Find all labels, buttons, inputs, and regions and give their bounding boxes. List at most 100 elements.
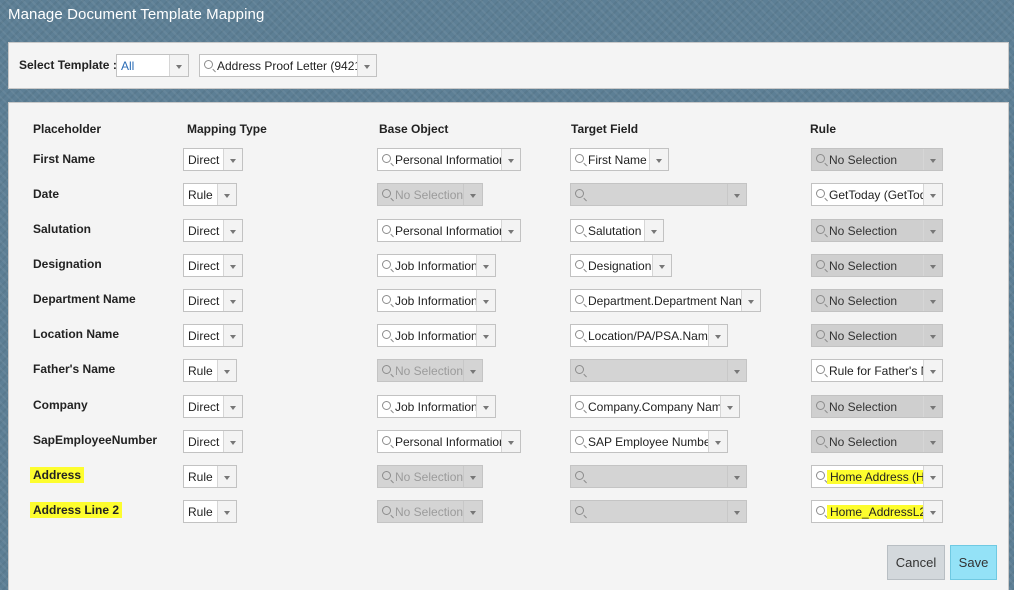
chevron-down-icon[interactable] <box>169 55 188 76</box>
target-field-dropdown[interactable]: Designation <box>570 254 672 277</box>
target-field-dropdown[interactable]: SAP Employee Number <box>570 430 728 453</box>
save-button[interactable]: Save <box>950 545 997 580</box>
chevron-down-icon[interactable] <box>476 290 495 311</box>
mapping-type-dropdown[interactable]: Rule <box>183 465 237 488</box>
chevron-down-icon[interactable] <box>708 431 727 452</box>
rule-value: GetToday (GetToda <box>829 188 934 202</box>
chevron-down-icon[interactable] <box>649 149 668 170</box>
rule-dropdown[interactable]: No Selection <box>811 148 943 171</box>
rule-dropdown[interactable]: No Selection <box>811 289 943 312</box>
chevron-down-icon[interactable] <box>923 396 942 417</box>
chevron-down-icon[interactable] <box>923 360 942 381</box>
search-icon <box>382 154 391 163</box>
chevron-down-icon[interactable] <box>357 55 376 76</box>
chevron-down-icon[interactable] <box>741 290 760 311</box>
chevron-down-icon[interactable] <box>923 325 942 346</box>
target-field-dropdown[interactable]: Company.Company Name <box>570 395 740 418</box>
mapping-type-dropdown[interactable]: Direct <box>183 395 243 418</box>
rule-dropdown[interactable]: No Selection <box>811 395 943 418</box>
mapping-type-dropdown[interactable]: Rule <box>183 183 237 206</box>
base-object-dropdown[interactable]: Job Information <box>377 324 496 347</box>
chevron-down-icon[interactable] <box>217 501 236 522</box>
placeholder-label: Date <box>33 187 60 201</box>
chevron-down-icon[interactable] <box>223 255 242 276</box>
placeholder-label: Salutation <box>33 222 92 236</box>
rule-dropdown[interactable]: No Selection <box>811 430 943 453</box>
chevron-down-icon[interactable] <box>923 501 942 522</box>
target-field-dropdown[interactable]: Department.Department Name <box>570 289 761 312</box>
base-object-dropdown[interactable]: Job Information <box>377 289 496 312</box>
rule-dropdown[interactable]: Home Address (Ho <box>811 465 943 488</box>
chevron-down-icon[interactable] <box>501 149 520 170</box>
highlighted-placeholder: Address Line 2 <box>30 502 123 518</box>
chevron-down-icon[interactable] <box>217 360 236 381</box>
base-object-dropdown: No Selection <box>377 465 483 488</box>
target-field-value: SAP Employee Number <box>588 435 715 449</box>
chevron-down-icon[interactable] <box>720 396 739 417</box>
search-icon <box>204 60 213 69</box>
target-field-dropdown[interactable]: Salutation <box>570 219 664 242</box>
rule-value: Home_AddressL2 ( <box>827 505 937 519</box>
chevron-down-icon[interactable] <box>223 149 242 170</box>
chevron-down-icon[interactable] <box>644 220 663 241</box>
mapping-type-dropdown[interactable]: Direct <box>183 430 243 453</box>
mapping-type-dropdown[interactable]: Rule <box>183 500 237 523</box>
base-object-dropdown[interactable]: Personal Information <box>377 430 521 453</box>
rule-value: Rule for Father's N <box>829 364 930 378</box>
chevron-down-icon[interactable] <box>923 466 942 487</box>
mapping-type-dropdown[interactable]: Direct <box>183 148 243 171</box>
template-filter-dropdown[interactable]: All <box>116 54 189 77</box>
placeholder-label: First Name <box>33 152 96 166</box>
rule-dropdown[interactable]: GetToday (GetToda <box>811 183 943 206</box>
chevron-down-icon[interactable] <box>223 325 242 346</box>
rule-dropdown[interactable]: Home_AddressL2 ( <box>811 500 943 523</box>
chevron-down-icon[interactable] <box>923 149 942 170</box>
chevron-down-icon[interactable] <box>217 184 236 205</box>
chevron-down-icon[interactable] <box>923 184 942 205</box>
cancel-button[interactable]: Cancel <box>887 545 945 580</box>
rule-dropdown[interactable]: No Selection <box>811 219 943 242</box>
chevron-down-icon[interactable] <box>476 255 495 276</box>
mapping-type-dropdown[interactable]: Direct <box>183 219 243 242</box>
chevron-down-icon[interactable] <box>501 431 520 452</box>
template-search-dropdown[interactable]: Address Proof Letter (9421 <box>199 54 377 77</box>
chevron-down-icon <box>727 184 746 205</box>
mapping-type-dropdown[interactable]: Direct <box>183 289 243 312</box>
chevron-down-icon[interactable] <box>223 290 242 311</box>
base-object-dropdown[interactable]: Personal Information <box>377 219 521 242</box>
target-field-dropdown <box>570 359 747 382</box>
target-field-value: Company.Company Name <box>588 400 729 414</box>
search-icon <box>382 506 391 515</box>
base-object-dropdown[interactable]: Personal Information <box>377 148 521 171</box>
chevron-down-icon[interactable] <box>923 220 942 241</box>
search-icon <box>382 330 391 339</box>
target-field-dropdown <box>570 183 747 206</box>
chevron-down-icon[interactable] <box>923 431 942 452</box>
chevron-down-icon[interactable] <box>501 220 520 241</box>
chevron-down-icon[interactable] <box>652 255 671 276</box>
chevron-down-icon[interactable] <box>217 466 236 487</box>
rule-dropdown[interactable]: No Selection <box>811 324 943 347</box>
chevron-down-icon[interactable] <box>476 325 495 346</box>
template-filter-value: All <box>121 59 135 73</box>
chevron-down-icon[interactable] <box>923 290 942 311</box>
mapping-type-dropdown[interactable]: Direct <box>183 324 243 347</box>
chevron-down-icon[interactable] <box>923 255 942 276</box>
chevron-down-icon[interactable] <box>223 431 242 452</box>
chevron-down-icon[interactable] <box>223 396 242 417</box>
chevron-down-icon[interactable] <box>708 325 727 346</box>
rule-dropdown[interactable]: No Selection <box>811 254 943 277</box>
mapping-type-dropdown[interactable]: Rule <box>183 359 237 382</box>
search-icon <box>816 436 825 445</box>
base-object-dropdown[interactable]: Job Information <box>377 254 496 277</box>
chevron-down-icon[interactable] <box>476 396 495 417</box>
target-field-dropdown[interactable]: Location/PA/PSA.Name <box>570 324 728 347</box>
rule-dropdown[interactable]: Rule for Father's N <box>811 359 943 382</box>
mapping-type-value: Direct <box>188 153 220 167</box>
placeholder-label: Designation <box>33 257 102 271</box>
chevron-down-icon[interactable] <box>223 220 242 241</box>
mapping-type-dropdown[interactable]: Direct <box>183 254 243 277</box>
target-field-dropdown[interactable]: First Name <box>570 148 669 171</box>
base-object-dropdown[interactable]: Job Information <box>377 395 496 418</box>
target-field-value: First Name <box>588 153 647 167</box>
